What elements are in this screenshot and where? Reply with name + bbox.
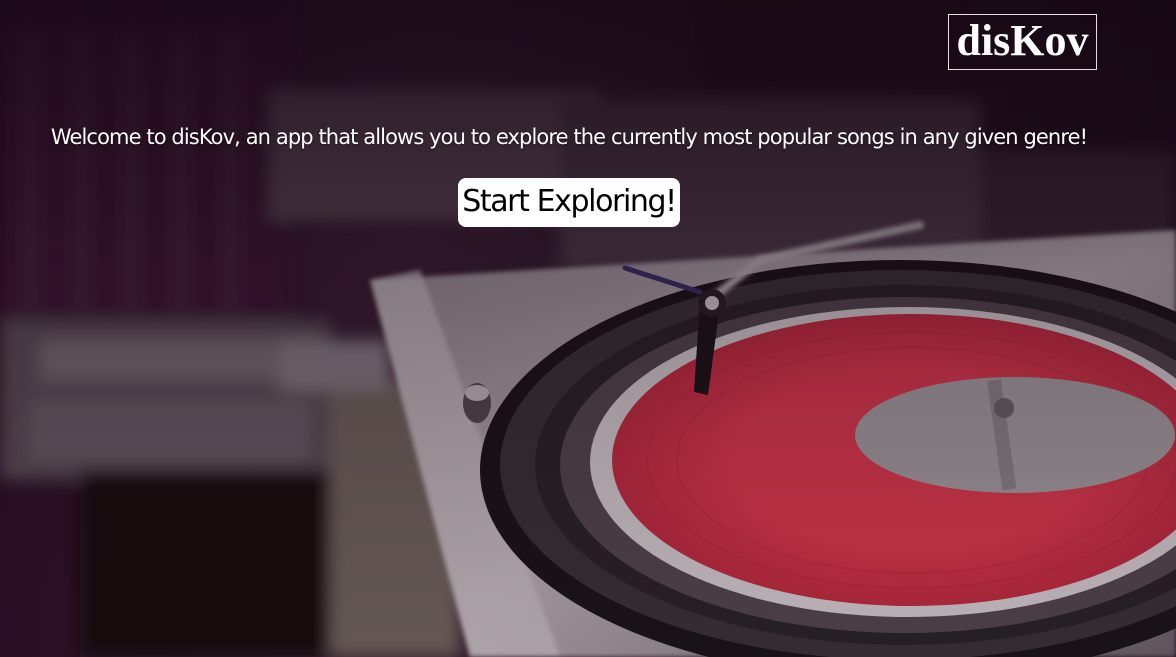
welcome-message: Welcome to disKov, an app that allows yo… (50, 125, 1088, 149)
start-exploring-button[interactable]: Start Exploring! (458, 178, 680, 227)
turntable-background-image (0, 0, 1176, 657)
landing-page: disKov Welcome to disKov, an app that al… (0, 0, 1176, 657)
brand-logo[interactable]: disKov (948, 14, 1097, 70)
